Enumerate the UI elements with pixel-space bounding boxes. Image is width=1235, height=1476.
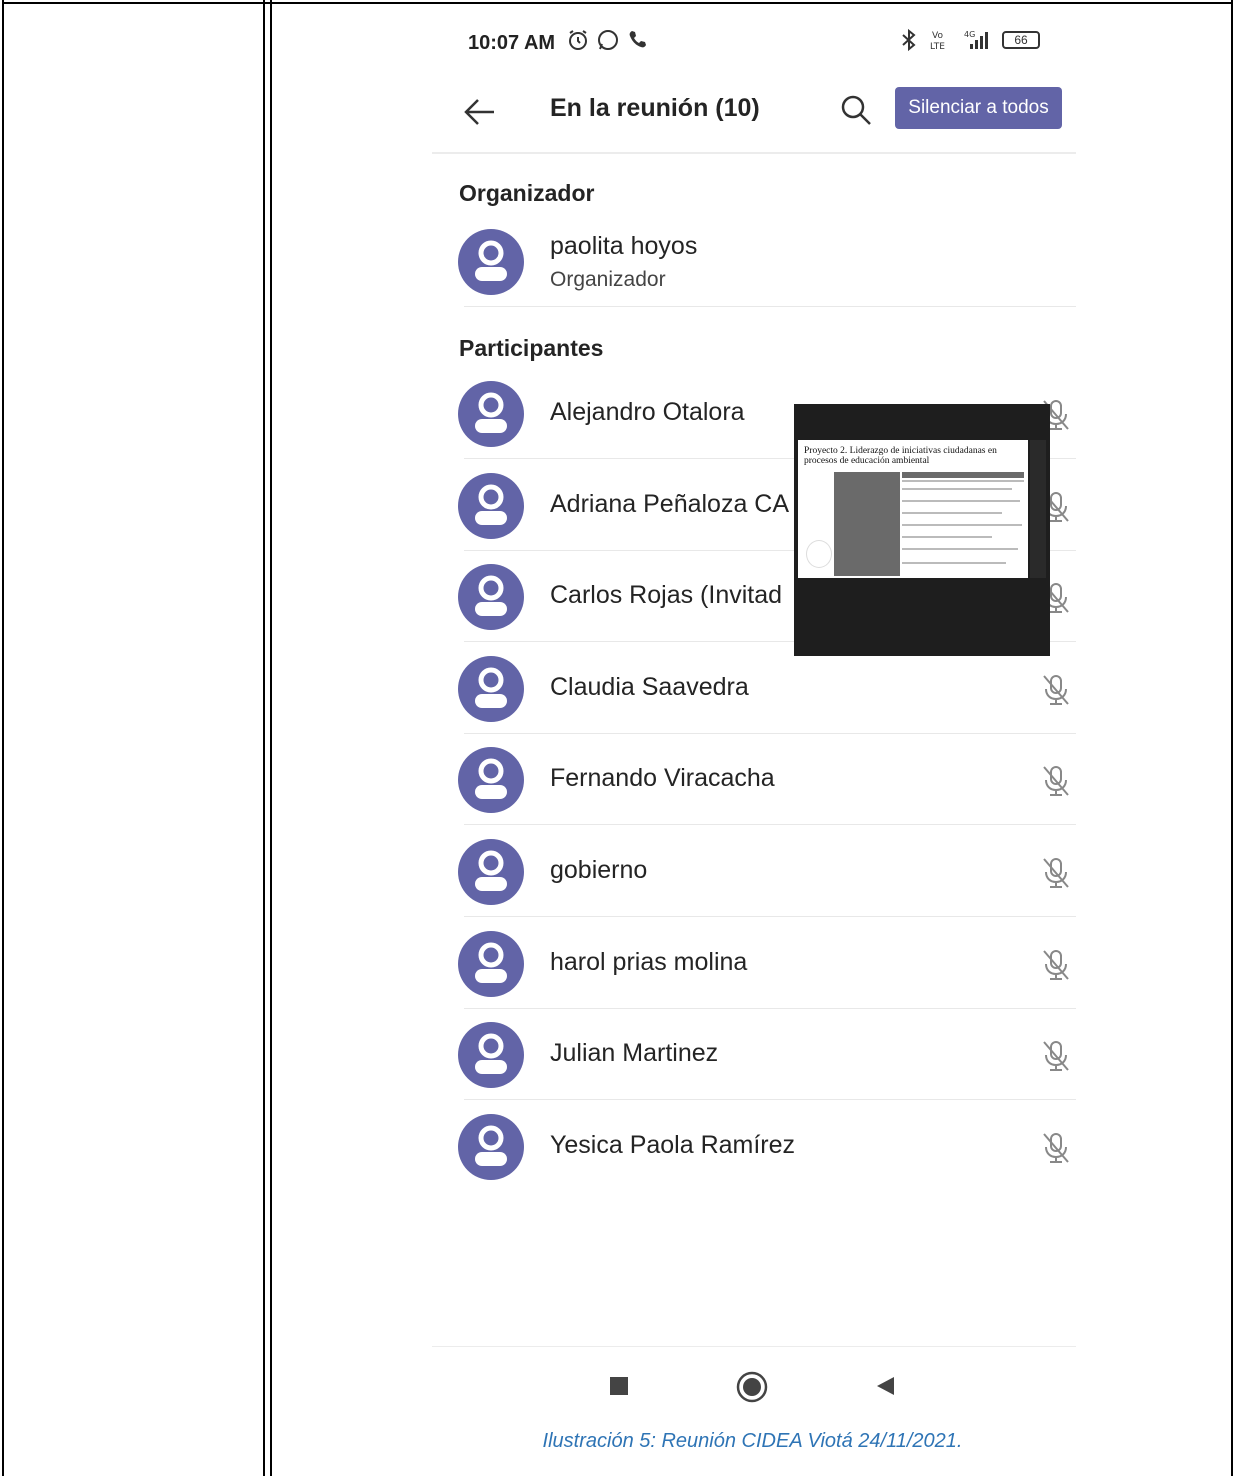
avatar <box>458 1113 524 1180</box>
figure-caption: Ilustración 5: Reunión CIDEA Viotá 24/11… <box>542 1430 963 1452</box>
table-border-right <box>1231 0 1233 1476</box>
search-button[interactable] <box>836 90 876 130</box>
person-icon <box>475 942 507 983</box>
participant-name: Julian Martinez <box>550 1039 719 1068</box>
mic-off-icon <box>1043 766 1069 797</box>
status-bar: 10:07 AM Vo LTE 4G 66 <box>432 18 1076 68</box>
home-button[interactable] <box>736 1371 768 1408</box>
avatar <box>458 747 524 814</box>
shared-screen-pip[interactable]: Proyecto 2. Liderazgo de iniciativas ciu… <box>794 404 1050 656</box>
volte-icon: Vo LTE <box>930 31 945 52</box>
back-arrow-icon <box>464 99 494 125</box>
avatar <box>458 564 524 631</box>
bluetooth-icon <box>902 28 916 52</box>
participant-name: Claudia Saavedra <box>550 672 749 701</box>
avatar <box>458 229 524 295</box>
home-icon <box>736 1371 768 1403</box>
participant-row[interactable]: Fernando Viracacha <box>458 734 1076 826</box>
avatar <box>458 655 524 722</box>
table-border-middle <box>263 0 265 1476</box>
participant-name: Fernando Viracacha <box>550 764 775 793</box>
phone-call-icon <box>629 31 646 48</box>
participant-row[interactable]: Julian Martinez <box>458 1009 1076 1101</box>
page-title: En la reunión (10) <box>550 94 760 122</box>
person-icon <box>475 392 507 433</box>
avatar <box>458 1022 524 1089</box>
person-icon <box>475 484 507 525</box>
person-icon <box>475 1125 507 1166</box>
pip-side-bar <box>1030 440 1046 578</box>
mute-all-button[interactable]: Silenciar a todos <box>895 87 1062 129</box>
table-border-top <box>2 2 1233 4</box>
participant-row[interactable]: harol prias molina <box>458 918 1076 1009</box>
organizer-row[interactable]: paolita hoyos Organizador <box>458 216 1076 307</box>
mic-off-icon <box>1043 949 1069 980</box>
person-icon <box>475 1033 507 1075</box>
person-icon <box>475 667 507 708</box>
organizer-role: Organizador <box>550 268 666 291</box>
slide-title: Proyecto 2. Liderazgo de iniciativas ciu… <box>804 446 997 466</box>
participant-row[interactable]: gobierno <box>458 826 1076 917</box>
battery-level: 66 <box>1014 33 1028 47</box>
back-button[interactable] <box>460 92 500 132</box>
participants-heading: Participantes <box>459 335 604 361</box>
organizer-name: paolita hoyos <box>550 232 698 260</box>
person-icon <box>475 850 507 891</box>
alarm-icon <box>569 30 587 50</box>
mic-off-icon <box>1043 674 1069 705</box>
person-icon <box>475 575 507 617</box>
participant-name: gobierno <box>550 856 648 884</box>
system-nav-bar <box>432 1346 1076 1427</box>
whatsapp-icon <box>598 30 618 50</box>
signal-icon: 4G <box>964 30 988 49</box>
avatar <box>458 930 524 997</box>
svg-text:Vo: Vo <box>932 31 943 41</box>
mic-off-icon <box>1043 1132 1069 1163</box>
avatar <box>458 381 524 447</box>
participant-name: Carlos Rojas (Invitad <box>550 581 783 610</box>
recents-button[interactable] <box>608 1375 630 1402</box>
battery-icon: 66 <box>1002 31 1040 49</box>
status-time: 10:07 AM <box>468 32 556 54</box>
search-icon <box>841 95 871 125</box>
shared-slide: Proyecto 2. Liderazgo de iniciativas ciu… <box>798 440 1028 578</box>
mic-off-icon <box>1043 1041 1069 1072</box>
slide-logo <box>806 540 832 568</box>
table-border-middle-double <box>270 0 272 1476</box>
organizer-heading: Organizador <box>459 180 595 206</box>
svg-text:4G: 4G <box>964 30 975 39</box>
participant-name: Adriana Peñaloza CA <box>550 489 790 518</box>
participant-name: Yesica Paola Ramírez <box>550 1130 796 1159</box>
participant-name: Alejandro Otalora <box>550 398 745 426</box>
back-nav-button[interactable] <box>874 1375 896 1402</box>
app-bar: En la reunión (10) Silenciar a todos <box>432 78 1076 154</box>
participant-row[interactable]: Claudia Saavedra <box>458 643 1076 734</box>
participant-row[interactable]: Yesica Paola Ramírez <box>458 1101 1076 1192</box>
avatar <box>458 839 524 905</box>
person-icon <box>475 240 507 281</box>
person-icon <box>475 758 507 800</box>
participant-name: harol prias molina <box>550 947 748 976</box>
mic-off-icon <box>1043 858 1069 888</box>
back-triangle-icon <box>877 1377 894 1395</box>
svg-text:LTE: LTE <box>930 42 945 52</box>
stop-icon <box>610 1377 628 1395</box>
phone-screenshot: 10:07 AM Vo LTE 4G 66 En la reunión (10)… <box>432 18 1076 1426</box>
table-border-left <box>2 0 4 1476</box>
slide-table <box>834 472 1024 576</box>
divider <box>464 306 1076 307</box>
avatar <box>458 472 524 539</box>
